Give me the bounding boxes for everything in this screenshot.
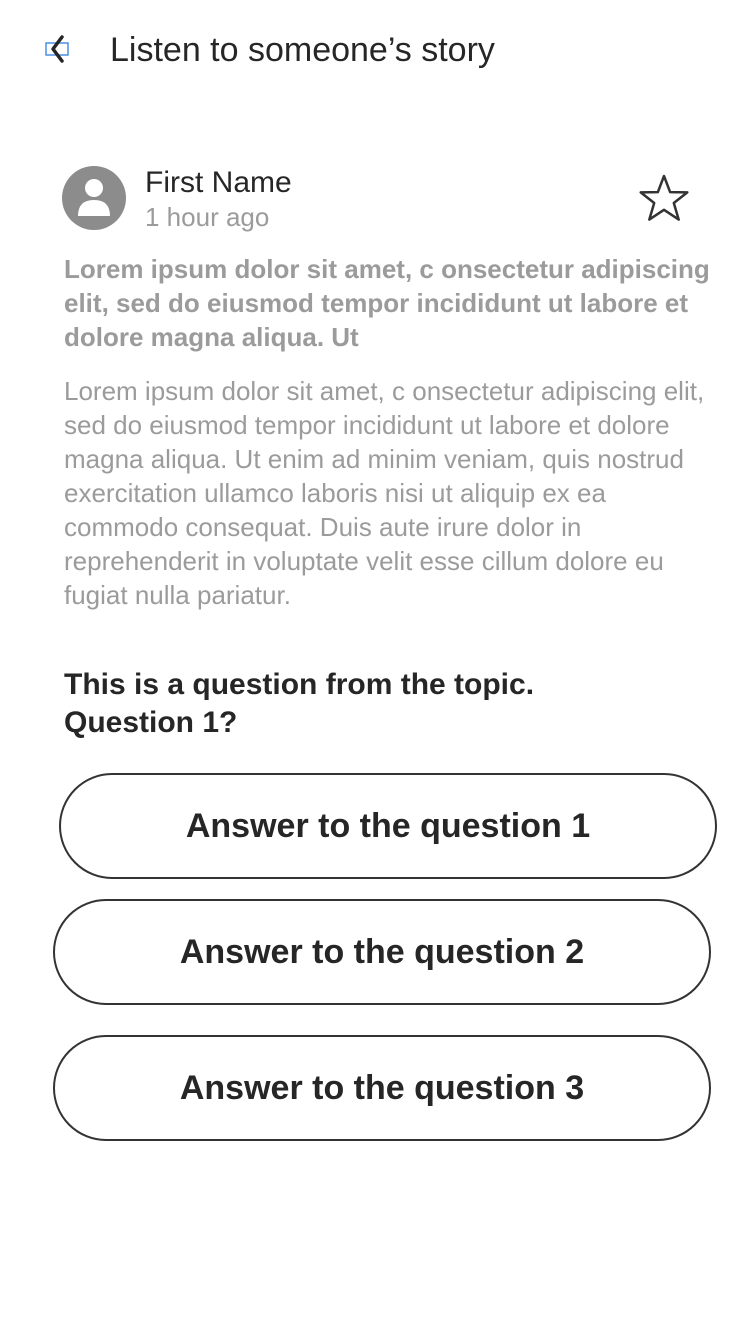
answer-label: Answer to the question 1	[185, 806, 591, 845]
answer-button-2[interactable]: Answer to the question 2	[53, 899, 711, 1005]
page-title: Listen to someone’s story	[110, 31, 495, 69]
post-timestamp: 1 hour ago	[145, 202, 270, 232]
story-lead-text: Lorem ipsum dolor sit amet, c onsectetur…	[64, 254, 710, 352]
avatar	[62, 166, 126, 230]
answer-button-3[interactable]: Answer to the question 3	[53, 1035, 711, 1141]
author-name: First Name	[145, 166, 292, 199]
question-text: This is a question from the topic. Quest…	[64, 668, 535, 739]
header-bar: Listen to someone’s story	[0, 0, 742, 100]
star-outline-icon	[639, 174, 689, 221]
answer-label: Answer to the question 3	[179, 1068, 585, 1107]
user-avatar-icon	[78, 179, 110, 216]
back-button[interactable]	[40, 32, 76, 68]
favorite-button[interactable]	[636, 172, 692, 228]
answer-label: Answer to the question 2	[179, 932, 585, 971]
story-body-text: Lorem ipsum dolor sit amet, c onsectetur…	[64, 376, 705, 610]
back-arrow-icon	[45, 35, 69, 63]
answer-button-1[interactable]: Answer to the question 1	[59, 773, 717, 879]
